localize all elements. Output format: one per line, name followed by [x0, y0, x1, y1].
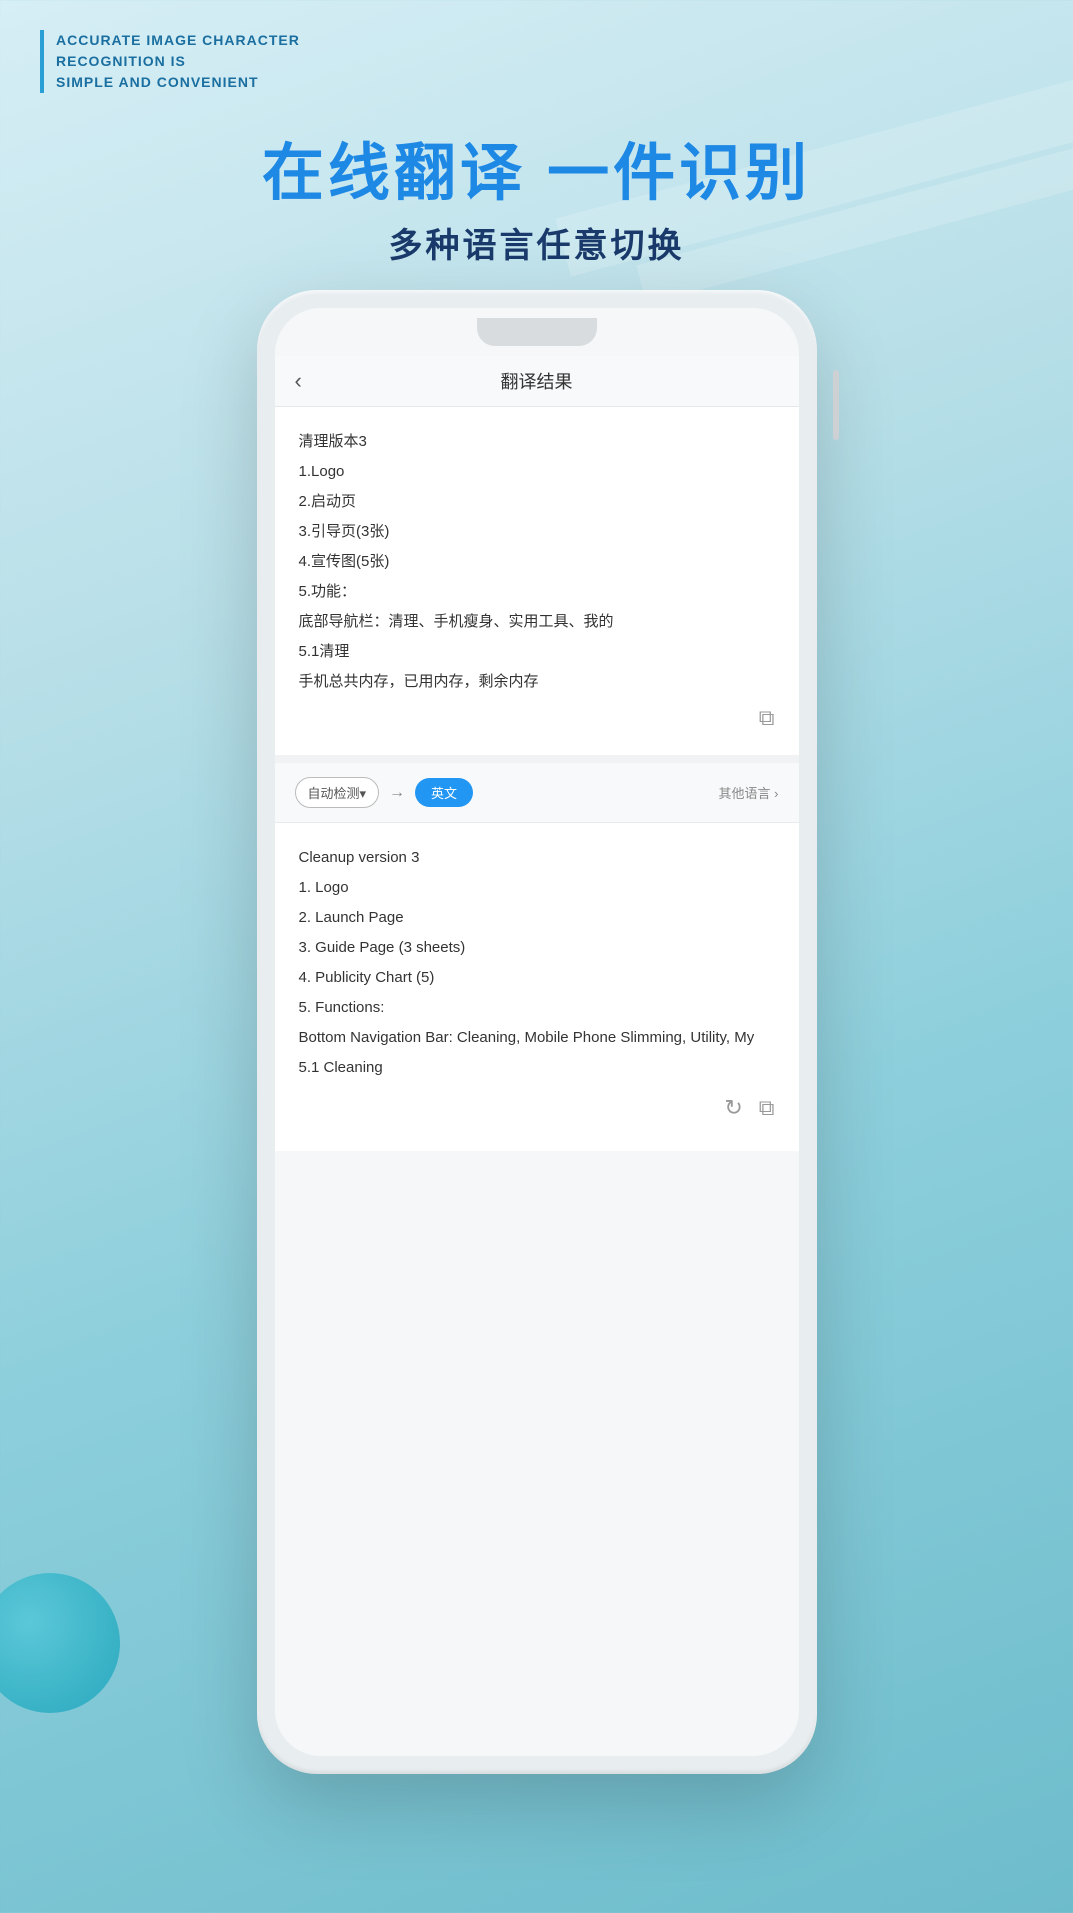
translated-line-8: 5.1 Cleaning — [299, 1053, 775, 1083]
original-line-3: 2.启动页 — [299, 487, 775, 517]
translated-line-6: 5. Functions: — [299, 993, 775, 1023]
refresh-icon[interactable]: ↻ — [724, 1095, 742, 1121]
original-line-8: 5.1清理 — [299, 637, 775, 667]
phone-screen: ‹ 翻译结果 清理版本3 1.Logo 2.启动页 3.引导页(3张) 4.宣传… — [275, 308, 799, 1756]
phone-outer-shell: ‹ 翻译结果 清理版本3 1.Logo 2.启动页 3.引导页(3张) 4.宣传… — [257, 290, 817, 1774]
app-screen: ‹ 翻译结果 清理版本3 1.Logo 2.启动页 3.引导页(3张) 4.宣传… — [275, 356, 799, 1756]
original-line-2: 1.Logo — [299, 457, 775, 487]
translated-line-1: Cleanup version 3 — [299, 843, 775, 873]
phone-mockup: ‹ 翻译结果 清理版本3 1.Logo 2.启动页 3.引导页(3张) 4.宣传… — [257, 290, 817, 1774]
auto-detect-button[interactable]: 自动检测▾ — [295, 777, 380, 808]
hero-subtitle: 多种语言任意切换 — [0, 218, 1073, 267]
translated-line-2: 1. Logo — [299, 873, 775, 903]
translated-bottom-icons: ↻ ⧉ — [299, 1083, 775, 1121]
hero-section: 在线翻译 一件识别 多种语言任意切换 — [0, 140, 1073, 267]
original-line-4: 3.引导页(3张) — [299, 517, 775, 547]
phone-notch — [477, 318, 597, 346]
nav-title: 翻译结果 — [501, 368, 573, 394]
tagline-line2: RECOGNITION IS — [56, 51, 300, 72]
translation-controls: 自动检测▾ → 英文 其他语言 › — [275, 763, 799, 823]
tagline-block: ACCURATE IMAGE CHARACTER RECOGNITION IS … — [40, 30, 300, 93]
copy-original-icon[interactable]: ⧉ — [759, 705, 775, 731]
translated-line-4: 3. Guide Page (3 sheets) — [299, 933, 775, 963]
tagline-line3: SIMPLE AND CONVENIENT — [56, 72, 300, 93]
hero-title: 在线翻译 一件识别 — [0, 140, 1073, 208]
lang-controls-left: 自动检测▾ → 英文 — [295, 777, 474, 808]
phone-topbar — [275, 308, 799, 356]
copy-translated-icon[interactable]: ⧉ — [759, 1095, 775, 1121]
back-button[interactable]: ‹ — [295, 370, 302, 392]
nav-bar: ‹ 翻译结果 — [275, 356, 799, 407]
phone-side-button — [833, 370, 839, 440]
translated-content-area: Cleanup version 3 1. Logo 2. Launch Page… — [275, 823, 799, 1151]
copy-icon-area: ⧉ — [299, 697, 775, 735]
other-language-link[interactable]: 其他语言 › — [719, 783, 779, 802]
arrow-icon: → — [389, 784, 405, 802]
original-line-6: 5.功能： — [299, 577, 775, 607]
original-line-7: 底部导航栏：清理、手机瘦身、实用工具、我的 — [299, 607, 775, 637]
translated-line-7: Bottom Navigation Bar: Cleaning, Mobile … — [299, 1023, 775, 1053]
original-line-1: 清理版本3 — [299, 427, 775, 457]
translated-line-5: 4. Publicity Chart (5) — [299, 963, 775, 993]
original-line-9: 手机总共内存，已用内存，剩余内存 — [299, 667, 775, 697]
original-line-5: 4.宣传图(5张) — [299, 547, 775, 577]
original-content-area: 清理版本3 1.Logo 2.启动页 3.引导页(3张) 4.宣传图(5张) 5… — [275, 407, 799, 763]
translated-line-3: 2. Launch Page — [299, 903, 775, 933]
english-lang-button[interactable]: 英文 — [415, 778, 473, 807]
bg-sphere-left — [0, 1573, 120, 1713]
tagline-line1: ACCURATE IMAGE CHARACTER — [56, 30, 300, 51]
